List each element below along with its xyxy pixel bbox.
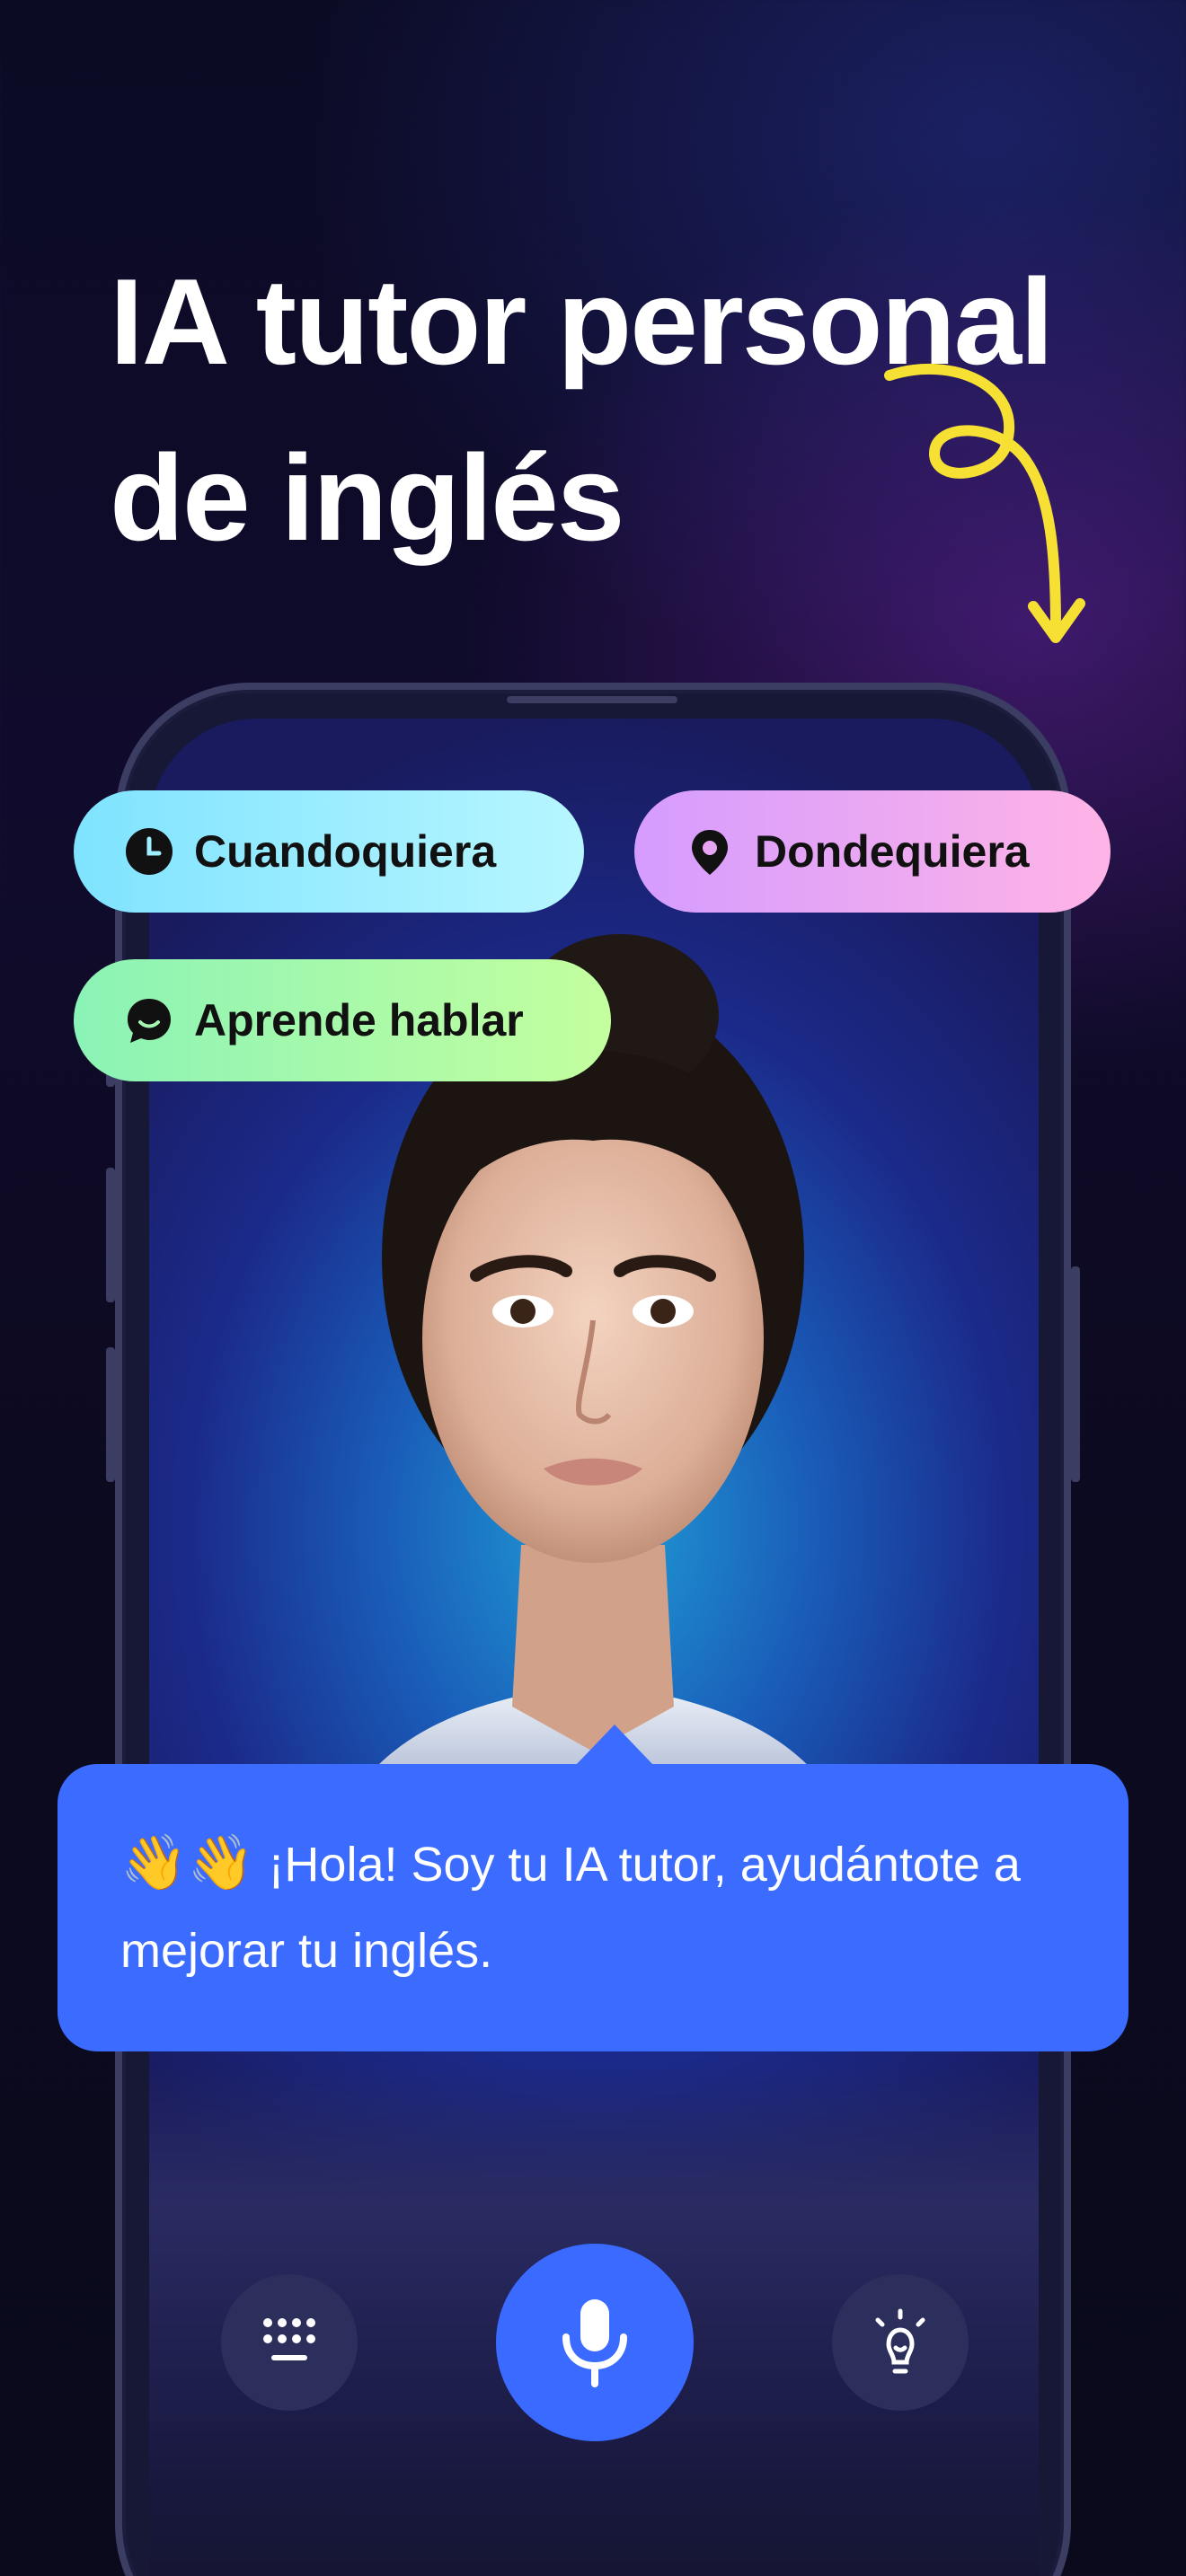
location-pin-icon <box>685 826 735 877</box>
clock-icon <box>124 826 174 877</box>
chip-anywhere-label: Dondequiera <box>755 826 1030 877</box>
chip-learn-speak: Aprende hablar <box>74 959 611 1081</box>
chip-learn-speak-label: Aprende hablar <box>194 995 524 1045</box>
phone-power-button <box>1071 1266 1080 1482</box>
keyboard-button[interactable] <box>221 2274 358 2411</box>
chip-anytime: Cuandoquiera <box>74 790 584 913</box>
lightbulb-icon <box>875 2308 925 2374</box>
hint-button[interactable] <box>832 2274 969 2411</box>
microphone-icon <box>562 2299 627 2387</box>
tutor-message-bubble: 👋👋 ¡Hola! Soy tu IA tutor, ayudántote a … <box>58 1764 1128 2051</box>
chip-anywhere: Dondequiera <box>634 790 1111 913</box>
phone-speaker <box>507 696 677 703</box>
keyboard-icon <box>263 2318 315 2360</box>
microphone-button[interactable] <box>496 2244 694 2441</box>
swirl-arrow-icon <box>884 363 1085 643</box>
chat-bubble-icon <box>124 995 174 1045</box>
phone-volume-up <box>106 1168 115 1302</box>
tutor-message-text: ¡Hola! Soy tu IA tutor, ayudántote a mej… <box>120 1838 1021 1978</box>
phone-volume-down <box>106 1347 115 1482</box>
bubble-tail <box>575 1725 654 1766</box>
chip-anytime-label: Cuandoquiera <box>194 826 497 877</box>
waving-hands-emoji: 👋👋 <box>120 1832 255 1892</box>
